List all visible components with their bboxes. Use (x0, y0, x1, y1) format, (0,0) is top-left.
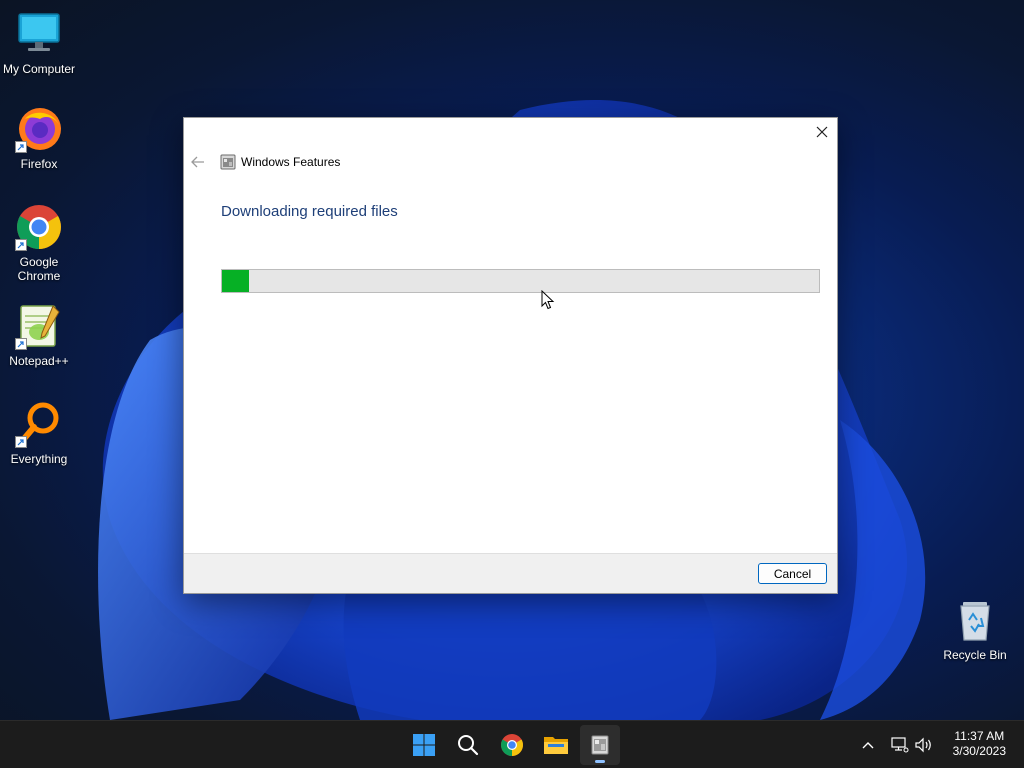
active-app-indicator (595, 760, 605, 763)
windows-features-icon (220, 154, 236, 170)
desktop-icon-notepad-plus-plus[interactable]: Notepad++ (0, 302, 78, 368)
desktop-icon-label: My Computer (2, 62, 76, 76)
progress-fill (222, 270, 250, 292)
volume-button[interactable] (914, 735, 934, 755)
start-icon (413, 734, 435, 756)
dialog-footer: Cancel (184, 553, 837, 593)
network-button[interactable] (890, 735, 910, 755)
shortcut-arrow-icon (15, 338, 27, 350)
network-icon (891, 737, 909, 753)
windows-features-dialog: Windows Features Downloading required fi… (183, 117, 838, 594)
desktop-icon-everything[interactable]: Everything (0, 400, 78, 466)
everything-search-icon (15, 400, 63, 448)
desktop-icon-my-computer[interactable]: My Computer (0, 10, 78, 76)
desktop-icon-label: Firefox (20, 157, 58, 171)
monitor-icon (15, 10, 63, 58)
dialog-title: Windows Features (241, 155, 341, 169)
firefox-icon (15, 105, 63, 153)
taskbar-clock[interactable]: 11:37 AM 3/30/2023 (953, 729, 1006, 759)
mouse-cursor-icon (541, 290, 555, 310)
desktop-icon-google-chrome[interactable]: Google Chrome (0, 203, 78, 283)
shortcut-arrow-icon (15, 141, 27, 153)
search-icon (458, 735, 479, 756)
recycle-bin-icon (951, 596, 999, 644)
taskbar-windows-features-button[interactable] (580, 725, 620, 765)
shortcut-arrow-icon (15, 239, 27, 251)
notepad-plus-plus-icon (15, 302, 63, 350)
close-button[interactable] (807, 118, 837, 146)
desktop-icon-label: Google Chrome (17, 255, 61, 283)
speaker-icon (915, 737, 931, 753)
download-progress-bar (221, 269, 820, 293)
chrome-icon (15, 203, 63, 251)
desktop-icon-label: Notepad++ (9, 354, 69, 368)
taskbar-chrome-button[interactable] (492, 725, 532, 765)
taskbar: 11:37 AM 3/30/2023 (0, 720, 1024, 768)
start-button[interactable] (404, 725, 444, 765)
shortcut-arrow-icon (15, 436, 27, 448)
taskbar-search-button[interactable] (448, 725, 488, 765)
desktop-icon-recycle-bin[interactable]: Recycle Bin (936, 596, 1014, 662)
clock-date: 3/30/2023 (952, 744, 1006, 758)
dialog-heading: Downloading required files (221, 203, 398, 220)
chevron-up-icon (862, 742, 874, 749)
file-explorer-icon (544, 737, 568, 754)
back-button[interactable] (189, 153, 207, 171)
clock-time: 11:37 AM (954, 729, 1005, 743)
windows-features-icon (591, 735, 609, 755)
desktop-icon-label: Recycle Bin (943, 648, 1007, 662)
close-icon (816, 126, 828, 138)
desktop-icon-label: Everything (10, 452, 68, 466)
desktop-icon-firefox[interactable]: Firefox (0, 105, 78, 171)
show-hidden-icons-button[interactable] (858, 735, 878, 755)
taskbar-file-explorer-button[interactable] (536, 725, 576, 765)
chrome-icon (501, 734, 523, 756)
cancel-button[interactable]: Cancel (758, 563, 827, 584)
back-arrow-icon (191, 156, 204, 168)
